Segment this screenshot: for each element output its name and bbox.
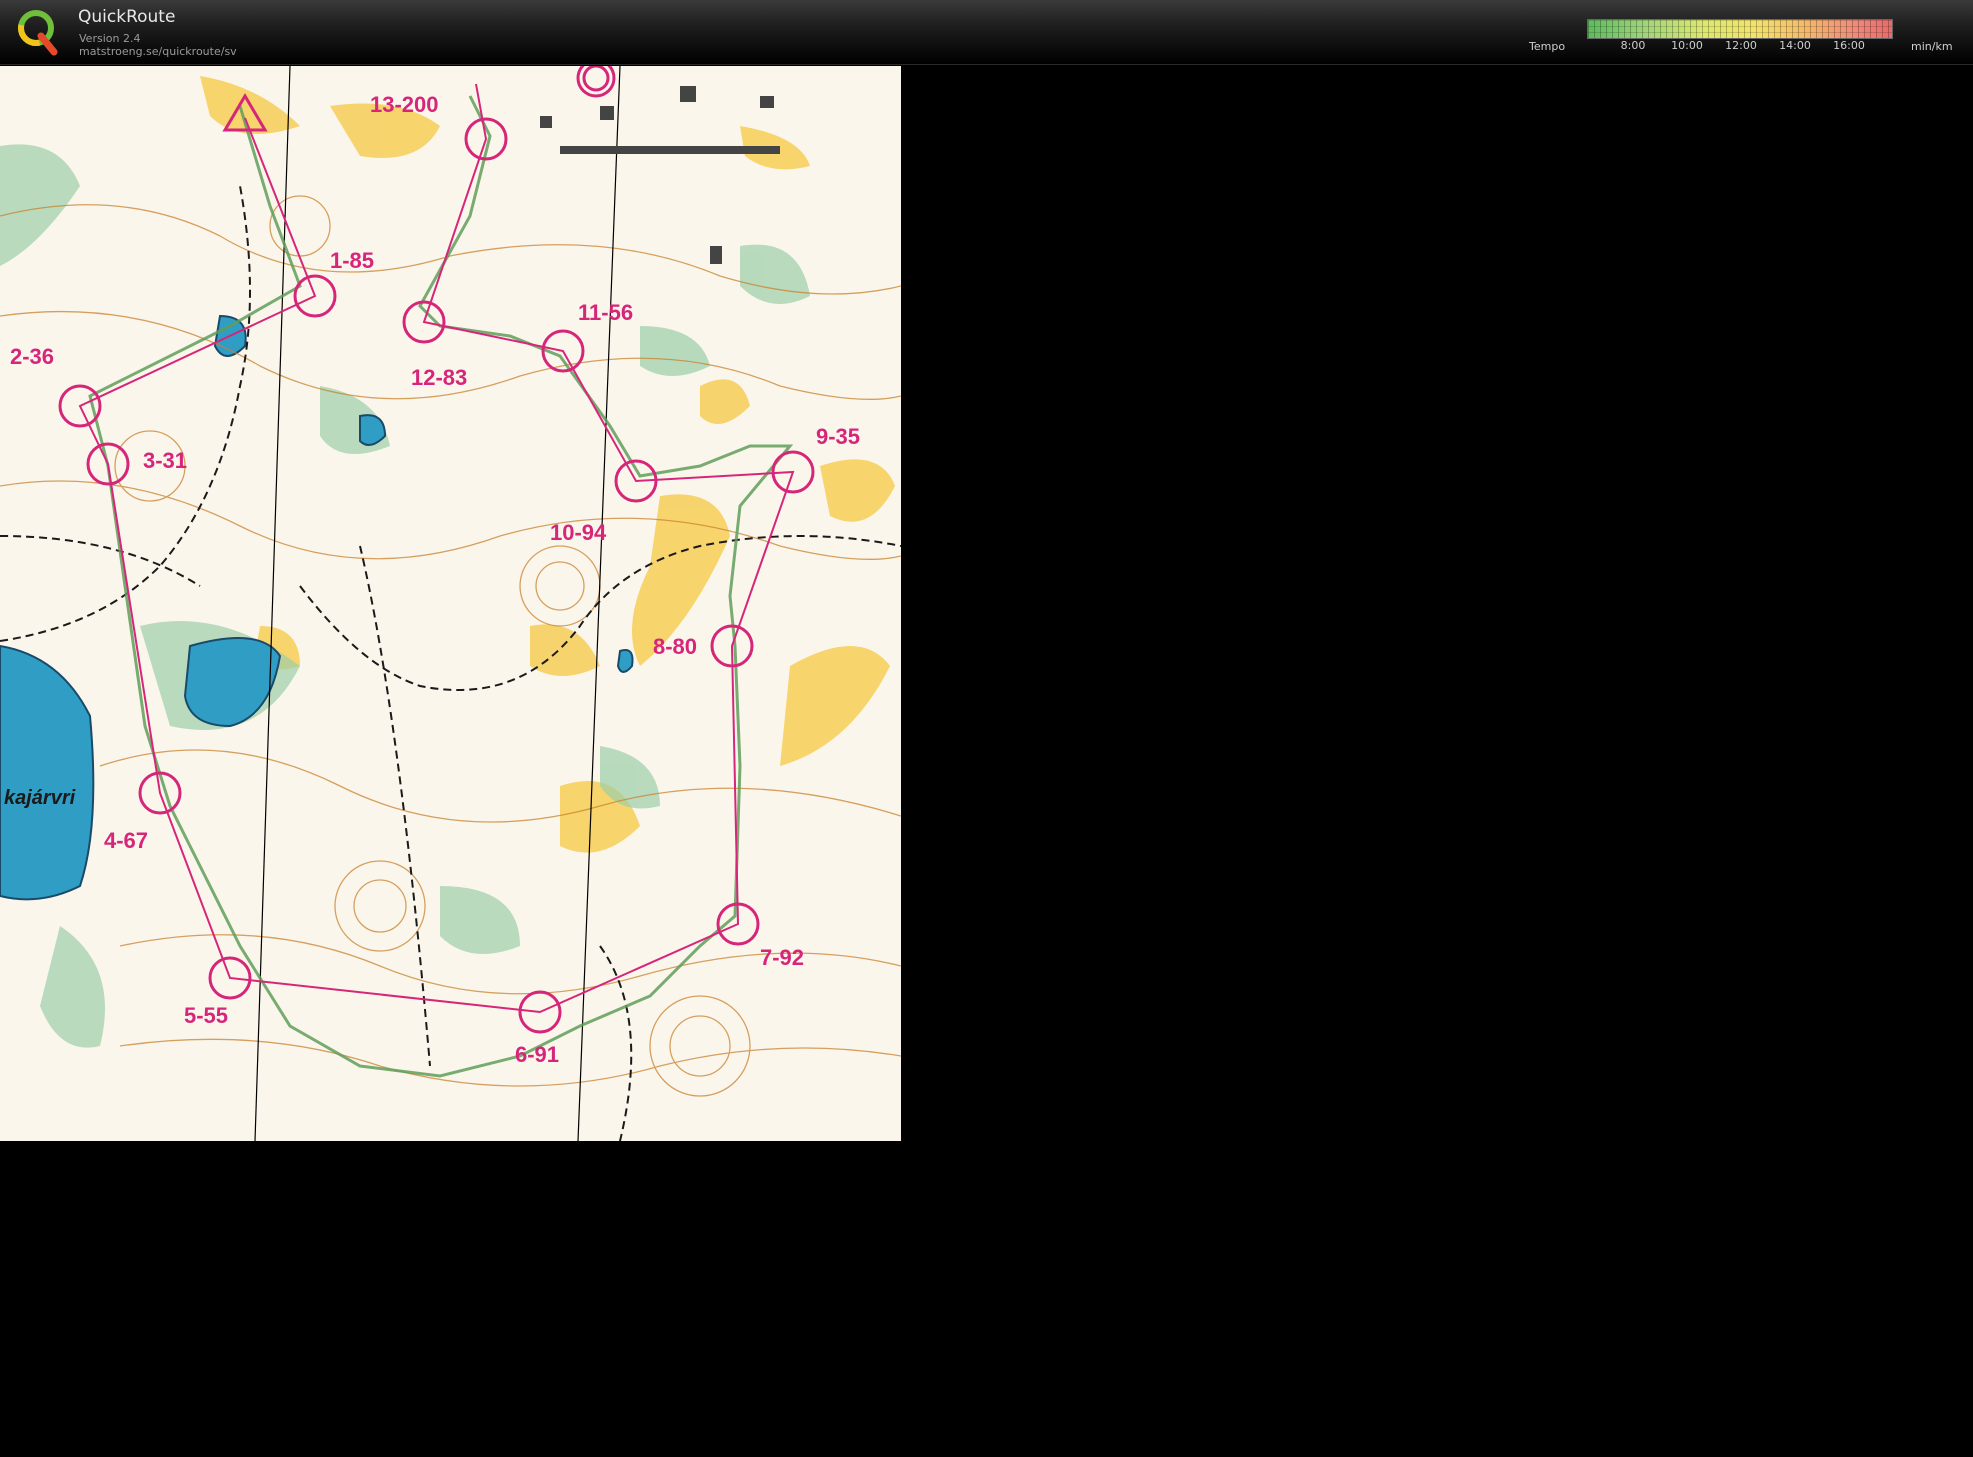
title-bar: QuickRoute Version 2.4 matstroeng.se/qui… xyxy=(0,0,1973,65)
control-label: 12-83 xyxy=(411,365,467,390)
control-label: 4-67 xyxy=(104,828,148,853)
control-label: 2-36 xyxy=(10,344,54,369)
tempo-tick: 12:00 xyxy=(1725,39,1757,52)
tempo-tick: 10:00 xyxy=(1671,39,1703,52)
tempo-unit: min/km xyxy=(1911,40,1953,53)
app-url[interactable]: matstroeng.se/quickroute/sv xyxy=(79,45,237,58)
app-version: Version 2.4 xyxy=(79,32,141,45)
control-label: 7-92 xyxy=(760,945,804,970)
control-label: 5-55 xyxy=(184,1003,228,1028)
control-label: 13-200 xyxy=(370,92,439,117)
control-label: 8-80 xyxy=(653,634,697,659)
map-canvas[interactable]: kajárvri 1-85 2-36 3-31 4-67 5-55 6-91 7… xyxy=(0,66,901,1141)
orienteering-map[interactable]: kajárvri 1-85 2-36 3-31 4-67 5-55 6-91 7… xyxy=(0,66,901,1141)
tempo-legend-label: Tempo xyxy=(1529,40,1566,53)
control-label: 9-35 xyxy=(816,424,860,449)
tempo-tick: 14:00 xyxy=(1779,39,1811,52)
tempo-tick: 16:00 xyxy=(1833,39,1865,52)
tempo-tick: 8:00 xyxy=(1620,39,1646,52)
tempo-color-scale xyxy=(1587,19,1893,39)
control-label: 11-56 xyxy=(578,300,633,325)
lake-label: kajárvri xyxy=(4,787,76,809)
control-label: 3-31 xyxy=(143,448,187,473)
quickroute-logo-icon xyxy=(18,10,58,56)
control-label: 6-91 xyxy=(515,1042,559,1067)
app-title: QuickRoute xyxy=(78,7,176,27)
control-label: 1-85 xyxy=(330,248,374,273)
control-label: 10-94 xyxy=(550,520,607,545)
